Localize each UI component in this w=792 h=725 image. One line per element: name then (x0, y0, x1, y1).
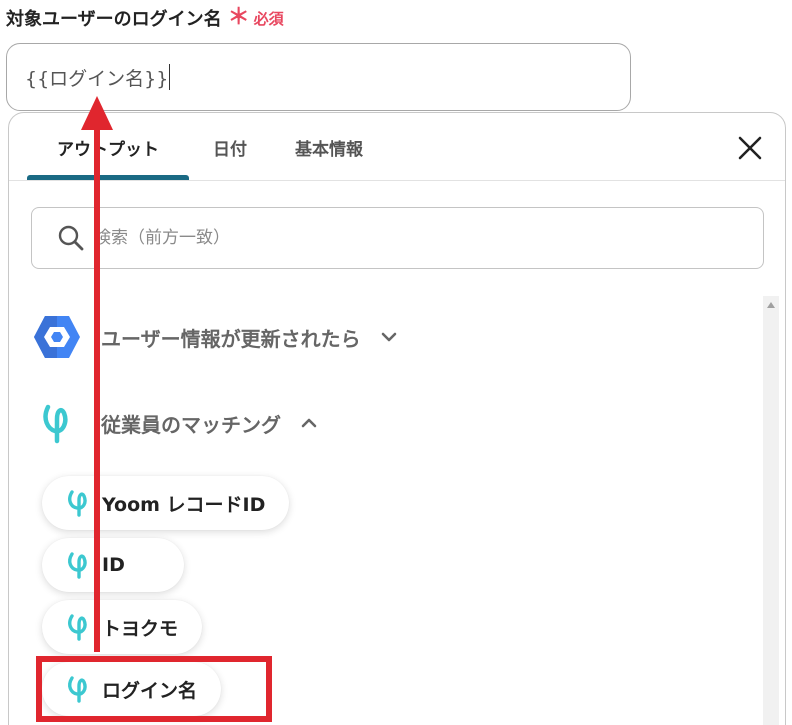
yoom-icon (68, 490, 87, 517)
scrollbar[interactable] (763, 296, 779, 725)
group-user-info-updated[interactable]: ユーザー情報が更新されたら (33, 313, 399, 361)
login-name-input[interactable]: {{ログイン名}} (6, 43, 631, 111)
group-label: ユーザー情報が更新されたら (101, 326, 361, 351)
field-label: 対象ユーザーのログイン名 ＊ 必須 (6, 4, 284, 32)
chevron-down-icon (381, 332, 396, 342)
required-text: 必須 (253, 9, 284, 28)
list-item-yoom-record-id[interactable]: Yoom レコードID (42, 476, 290, 530)
list-item-toyokumo[interactable]: トヨクモ (42, 600, 203, 654)
yoom-icon (33, 399, 81, 447)
search-input[interactable] (94, 228, 694, 248)
annotation-highlight-box (36, 656, 272, 722)
search-icon (58, 225, 84, 251)
chevron-up-icon (301, 418, 317, 428)
tab-basic-info[interactable]: 基本情報 (271, 113, 387, 181)
tab-divider (9, 180, 785, 181)
close-icon (738, 136, 762, 160)
required-asterisk: ＊ (227, 5, 250, 30)
scroll-up-arrow[interactable] (767, 302, 775, 308)
group-employee-matching[interactable]: 従業員のマッチング (33, 399, 319, 447)
login-name-value: {{ログイン名}} (25, 67, 169, 90)
tab-date[interactable]: 日付 (189, 113, 271, 181)
field-label-text: 対象ユーザーのログイン名 (6, 9, 222, 30)
list-item-label: ID (102, 554, 125, 576)
tab-bar: アウトプット 日付 基本情報 (27, 113, 387, 181)
list-item-label: Yoom レコードID (102, 493, 266, 516)
close-button[interactable] (735, 133, 765, 163)
tab-output[interactable]: アウトプット (27, 113, 189, 181)
yoom-icon (68, 552, 87, 579)
text-caret (169, 64, 171, 90)
list-item-id[interactable]: ID (42, 538, 184, 592)
google-workspace-icon (33, 313, 81, 361)
yoom-icon (68, 614, 87, 641)
variable-picker-popover: アウトプット 日付 基本情報 ユーザー情報が更新されたら (8, 112, 786, 725)
list-item-label: トヨクモ (102, 617, 179, 640)
group-label: 従業員のマッチング (101, 412, 281, 437)
search-box[interactable] (31, 207, 764, 269)
